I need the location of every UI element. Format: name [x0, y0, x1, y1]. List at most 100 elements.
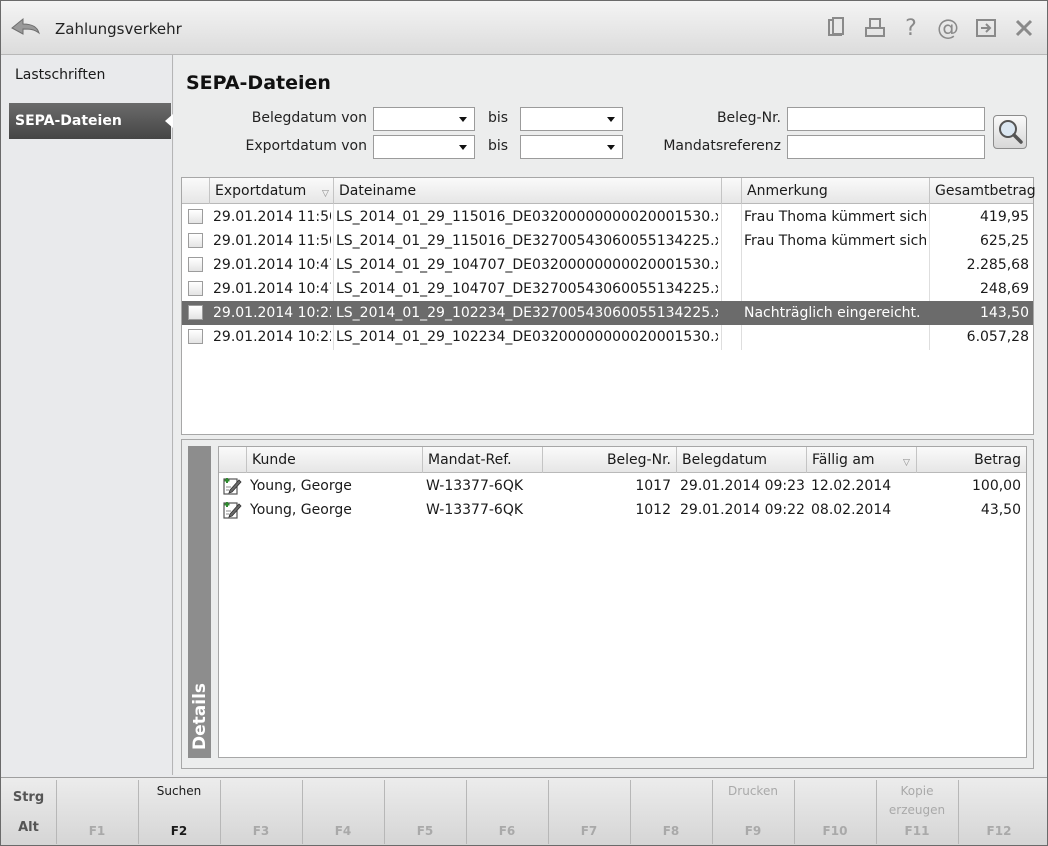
details-table: Kunde Mandat-Ref. Beleg-Nr. Belegdatum F… — [218, 446, 1027, 758]
cell-beleg-nr: 1012 — [635, 502, 671, 518]
function-key-number: F6 — [498, 824, 516, 838]
column-label: Dateiname — [339, 183, 417, 199]
help-icon[interactable]: ? — [898, 15, 924, 41]
table-row[interactable]: 29.01.2014 10:47 LS_2014_01_29_104707_DE3… — [182, 277, 1033, 301]
table-row[interactable]: 29.01.2014 10:22 LS_2014_01_29_102234_DE0… — [182, 325, 1033, 349]
cell-dateiname: LS_2014_01_29_102234_DE32700543060055134… — [336, 305, 718, 321]
row-checkbox[interactable] — [188, 281, 203, 296]
row-checkbox[interactable] — [188, 305, 203, 320]
column-label: Anmerkung — [747, 183, 828, 199]
function-key-f5[interactable]: F5 — [384, 780, 465, 844]
row-checkbox[interactable] — [188, 257, 203, 272]
belegdatum-von-dropdown[interactable] — [373, 107, 475, 131]
function-key-f4[interactable]: F4 — [302, 780, 383, 844]
cell-gesamtbetrag: 248,69 — [980, 281, 1029, 297]
table-row[interactable]: Young, George W-13377-6QK 1012 29.01.2014 0… — [219, 498, 1026, 522]
table-row[interactable]: 29.01.2014 10:22 LS_2014_01_29_102234_DE3… — [182, 301, 1033, 325]
cell-betrag: 100,00 — [972, 478, 1021, 494]
cell-anmerkung — [744, 325, 926, 349]
back-button[interactable] — [9, 13, 41, 41]
column-header-faellig-am[interactable]: Fällig am ▽ — [806, 447, 916, 473]
column-label: Beleg-Nr. — [606, 452, 671, 468]
cell-beleg-nr: 1017 — [635, 478, 671, 494]
modifier-strg[interactable]: Strg — [1, 790, 56, 805]
table-header: Exportdatum ▽ Dateiname Anmerkung Gesamt… — [182, 178, 1036, 204]
column-header-mandat-ref[interactable]: Mandat-Ref. — [422, 447, 542, 473]
row-checkbox[interactable] — [188, 209, 203, 224]
cell-kunde: Young, George — [250, 502, 352, 518]
sidebar-item-sepa-dateien[interactable]: SEPA-Dateien — [9, 103, 173, 139]
function-key-label: Kopie erzeugen — [888, 784, 946, 817]
cell-kunde: Young, George — [250, 478, 352, 494]
cell-anmerkung — [744, 277, 926, 301]
cell-exportdatum: 29.01.2014 11:50 — [213, 209, 331, 225]
row-checkbox[interactable] — [188, 329, 203, 344]
column-header-betrag[interactable]: Betrag — [916, 447, 1027, 473]
column-label: Belegdatum — [682, 452, 768, 468]
exportdatum-von-dropdown[interactable] — [373, 135, 475, 159]
edit-document-icon[interactable] — [222, 476, 242, 496]
cell-faellig-am: 08.02.2014 — [811, 502, 892, 518]
clipboard-icon[interactable] — [823, 15, 849, 41]
function-key-f9[interactable]: Drucken F9 — [712, 780, 793, 844]
column-header-anmerkung[interactable]: Anmerkung — [741, 178, 929, 204]
app-window: Zahlungsverkehr ? @ Lastschriften SEPA-D… — [0, 0, 1048, 846]
function-key-number: F5 — [416, 824, 434, 838]
cell-gesamtbetrag: 143,50 — [980, 305, 1029, 321]
table-row[interactable]: 29.01.2014 11:50 LS_2014_01_29_115016_DE3… — [182, 229, 1033, 253]
page-title: SEPA-Dateien — [186, 72, 331, 94]
close-icon[interactable] — [1011, 15, 1037, 41]
details-tab[interactable]: Details — [188, 446, 211, 758]
cell-exportdatum: 29.01.2014 10:22 — [213, 329, 331, 345]
column-header-gesamtbetrag[interactable]: Gesamtbetrag — [929, 178, 1036, 204]
exportdatum-bis-dropdown[interactable] — [520, 135, 623, 159]
function-key-f12[interactable]: F12 — [958, 780, 1039, 844]
print-icon[interactable] — [862, 15, 888, 41]
column-label: Gesamtbetrag — [935, 183, 1036, 199]
icon-column-header — [219, 447, 246, 473]
function-key-f11[interactable]: Kopie erzeugen F11 — [876, 780, 957, 844]
cell-dateiname: LS_2014_01_29_102234_DE03200000000020001… — [336, 329, 718, 345]
beleg-nr-input[interactable] — [787, 107, 985, 131]
cell-exportdatum: 29.01.2014 11:50 — [213, 233, 331, 249]
function-key-f3[interactable]: F3 — [220, 780, 301, 844]
column-header-exportdatum[interactable]: Exportdatum ▽ — [209, 178, 333, 204]
export-icon[interactable] — [973, 15, 999, 41]
column-header-dateiname[interactable]: Dateiname — [333, 178, 721, 204]
at-icon[interactable]: @ — [935, 15, 961, 41]
function-key-number: F7 — [580, 824, 598, 838]
modifier-alt[interactable]: Alt — [1, 820, 56, 835]
sidebar-item-lastschriften[interactable]: Lastschriften — [9, 57, 171, 93]
sidebar-item-label: SEPA-Dateien — [15, 113, 122, 129]
function-key-f8[interactable]: F8 — [630, 780, 711, 844]
function-key-f6[interactable]: F6 — [466, 780, 547, 844]
cell-belegdatum: 29.01.2014 09:22 — [680, 502, 805, 518]
function-key-number: F3 — [252, 824, 270, 838]
function-key-f7[interactable]: F7 — [548, 780, 629, 844]
function-key-f2[interactable]: Suchen F2 — [138, 780, 219, 844]
search-button[interactable] — [993, 115, 1027, 149]
belegdatum-bis-dropdown[interactable] — [520, 107, 623, 131]
mandatsreferenz-input[interactable] — [787, 135, 985, 159]
function-key-f10[interactable]: F10 — [794, 780, 875, 844]
column-header-beleg-nr[interactable]: Beleg-Nr. — [542, 447, 676, 473]
column-label: Mandat-Ref. — [428, 452, 512, 468]
cell-gesamtbetrag: 2.285,68 — [966, 257, 1029, 273]
sidebar: Lastschriften SEPA-Dateien — [1, 55, 173, 775]
column-header-spacer — [721, 178, 741, 204]
function-key-number: F9 — [744, 824, 762, 838]
cell-exportdatum: 29.01.2014 10:47 — [213, 257, 331, 273]
cell-gesamtbetrag: 6.057,28 — [966, 329, 1029, 345]
cell-anmerkung: Nachträglich eingereicht. — [744, 305, 921, 321]
column-header-kunde[interactable]: Kunde — [246, 447, 422, 473]
column-header-belegdatum[interactable]: Belegdatum — [676, 447, 806, 473]
magnifier-icon — [999, 120, 1023, 144]
table-row[interactable]: 29.01.2014 11:50 LS_2014_01_29_115016_DE0… — [182, 205, 1033, 229]
cell-exportdatum: 29.01.2014 10:47 — [213, 281, 331, 297]
cell-betrag: 43,50 — [980, 502, 1021, 518]
edit-document-icon[interactable] — [222, 500, 242, 520]
table-row[interactable]: Young, George W-13377-6QK 1017 29.01.2014 0… — [219, 474, 1026, 498]
row-checkbox[interactable] — [188, 233, 203, 248]
table-row[interactable]: 29.01.2014 10:47 LS_2014_01_29_104707_DE0… — [182, 253, 1033, 277]
function-key-f1[interactable]: F1 — [56, 780, 137, 844]
